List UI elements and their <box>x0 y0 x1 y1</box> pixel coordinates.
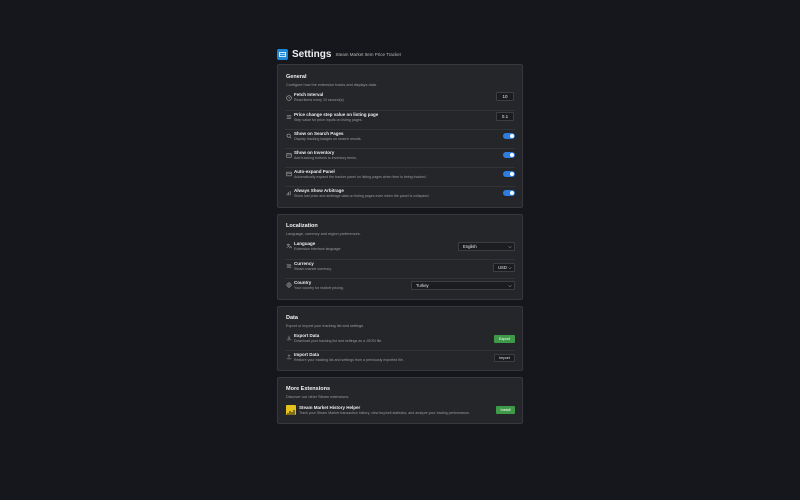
extension-desc: Track your Steam Market transaction hist… <box>299 411 470 415</box>
localization-card: Localization Language, currency and regi… <box>277 214 523 300</box>
clock-icon <box>286 95 292 101</box>
extensions-card: More Extensions Discover our other Steam… <box>277 377 523 424</box>
download-icon <box>286 335 292 341</box>
arbitrage-desc: Show lost price and arbitrage data on li… <box>294 194 430 198</box>
language-icon <box>286 243 292 249</box>
chevron-down-icon <box>508 285 512 288</box>
fetch-interval-row: Fetch Interval Read items every 10 secon… <box>278 91 522 109</box>
import-button[interactable]: Import <box>494 354 515 362</box>
app-logo-icon <box>277 48 288 60</box>
currency-select[interactable]: USD <box>493 263 515 272</box>
extension-logo-icon <box>286 405 296 415</box>
price-step-label: Price change step value on listing page <box>294 112 379 117</box>
localization-title: Localization <box>286 223 318 229</box>
language-label: Language <box>294 241 316 246</box>
list-icon <box>286 115 292 119</box>
price-step-row: Price change step value on listing page … <box>278 110 522 129</box>
fetch-interval-desc: Read items every 10 second(s) <box>294 98 344 102</box>
import-row: Import Data Restore your tracking list a… <box>278 350 522 369</box>
language-select[interactable]: English <box>458 242 515 251</box>
export-row: Export Data Download your tracking list … <box>278 331 522 350</box>
chart-icon <box>286 191 291 196</box>
general-desc: Configure how the extension tracks and d… <box>286 83 377 87</box>
localization-desc: Language, currency and region preference… <box>286 232 361 236</box>
extension-name: Steam Market History Helper <box>299 405 361 410</box>
page-title: Settings <box>292 48 332 60</box>
inventory-row: Show on Inventory Add tracking buttons t… <box>278 148 522 167</box>
arbitrage-row: Always Show Arbitrage Show lost price an… <box>278 186 522 205</box>
inventory-desc: Add tracking buttons to inventory items. <box>294 156 357 160</box>
panel-icon <box>286 171 292 177</box>
auto-expand-toggle[interactable] <box>503 171 515 177</box>
export-label: Export Data <box>294 333 320 338</box>
chevron-down-icon <box>508 267 512 270</box>
fetch-interval-label: Fetch Interval <box>294 92 324 97</box>
fetch-interval-input[interactable]: 10 <box>496 92 514 101</box>
search-pages-label: Show on Search Pages <box>294 131 344 136</box>
settings-header: Settings Steam Market Item Price Tracker <box>277 47 401 61</box>
auto-expand-row: Auto-expand Panel Automatically expand t… <box>278 167 522 186</box>
inventory-toggle[interactable] <box>503 152 515 158</box>
arbitrage-toggle[interactable] <box>503 190 515 196</box>
price-step-input[interactable]: 0.1 <box>496 112 514 121</box>
currency-label: Currency <box>294 261 314 266</box>
country-value: Turkey <box>416 283 429 288</box>
currency-icon <box>286 264 292 268</box>
inventory-icon <box>286 153 292 158</box>
chevron-down-icon <box>508 246 512 249</box>
import-label: Import Data <box>294 352 320 357</box>
auto-expand-label: Auto-expand Panel <box>294 169 335 174</box>
search-pages-desc: Display tracking badges on search result… <box>294 137 362 141</box>
country-desc: Your country for market pricing. <box>294 286 344 290</box>
export-desc: Download your tracking list and settings… <box>294 339 383 343</box>
price-step-desc: Step value for price inputs on listing p… <box>294 118 363 122</box>
data-desc: Export or import your tracking list and … <box>286 324 365 328</box>
language-row: Language Extension interface language. E… <box>278 239 522 258</box>
import-desc: Restore your tracking list and settings … <box>294 358 404 362</box>
language-desc: Extension interface language. <box>294 247 342 251</box>
page-subtitle: Steam Market Item Price Tracker <box>335 51 402 57</box>
general-title: General <box>286 74 307 80</box>
search-pages-toggle[interactable] <box>503 133 515 139</box>
inventory-label: Show on Inventory <box>294 150 335 155</box>
general-card: General Configure how the extension trac… <box>277 64 523 208</box>
upload-icon <box>286 354 292 360</box>
extensions-title: More Extensions <box>286 386 331 392</box>
data-title: Data <box>286 315 298 321</box>
extensions-desc: Discover our other Steam extensions. <box>286 395 350 399</box>
data-card: Data Export or import your tracking list… <box>277 306 523 371</box>
extension-item-row: Steam Market History Helper Track your S… <box>278 402 522 421</box>
search-pages-row: Show on Search Pages Display tracking ba… <box>278 129 522 148</box>
currency-desc: Steam market currency. <box>294 267 332 271</box>
country-select[interactable]: Turkey <box>411 281 515 290</box>
globe-icon <box>286 282 292 288</box>
currency-row: Currency Steam market currency. USD <box>278 259 522 278</box>
country-label: Country <box>294 280 312 285</box>
search-icon <box>286 133 292 139</box>
country-row: Country Your country for market pricing.… <box>278 278 522 297</box>
arbitrage-label: Always Show Arbitrage <box>294 188 344 193</box>
export-button[interactable]: Export <box>494 335 515 343</box>
auto-expand-desc: Automatically expand the tracker panel o… <box>294 175 427 179</box>
install-button[interactable]: Install <box>496 406 515 414</box>
currency-value: USD <box>498 265 507 270</box>
language-value: English <box>463 244 477 249</box>
